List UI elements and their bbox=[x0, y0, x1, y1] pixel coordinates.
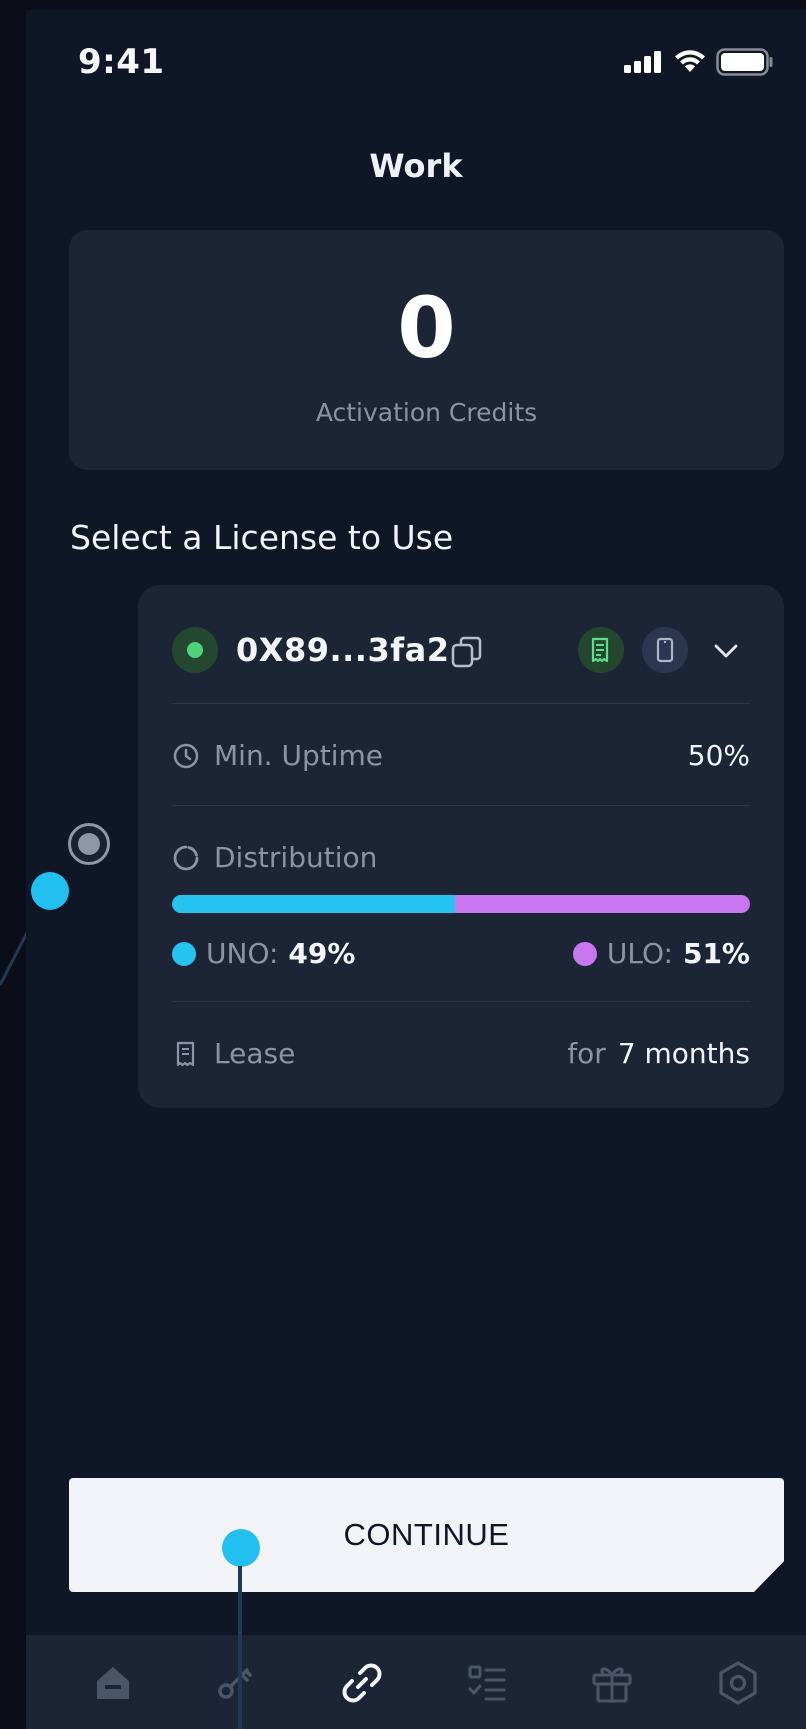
uno-value: 49% bbox=[288, 937, 356, 970]
nav-item-home[interactable] bbox=[83, 1653, 143, 1713]
distribution-bar bbox=[172, 895, 750, 913]
license-card-header: 0X89...3fa2 bbox=[138, 585, 784, 703]
continue-button[interactable]: CONTINUE bbox=[69, 1478, 784, 1592]
license-card[interactable]: 0X89...3fa2 Min. Uptime 50% Distribution… bbox=[138, 585, 784, 1108]
nav-item-settings[interactable] bbox=[708, 1653, 768, 1713]
uno-name: UNO: bbox=[206, 937, 279, 970]
lease-duration: 7 months bbox=[617, 1037, 750, 1070]
lease-label: Lease bbox=[172, 1037, 295, 1070]
copy-icon[interactable] bbox=[450, 635, 484, 669]
receipt-icon bbox=[176, 1041, 195, 1066]
lease-prefix: for bbox=[567, 1037, 606, 1070]
distribution-bar-uno bbox=[172, 895, 455, 913]
nav-item-keys[interactable] bbox=[206, 1653, 266, 1713]
license-address: 0X89...3fa2 bbox=[236, 631, 450, 669]
credits-value: 0 bbox=[397, 279, 456, 377]
chevron-down-icon[interactable] bbox=[704, 629, 748, 673]
credits-label: Activation Credits bbox=[315, 398, 538, 427]
nav-item-link[interactable] bbox=[332, 1653, 392, 1713]
settings-icon bbox=[719, 1661, 757, 1705]
device-badge[interactable] bbox=[642, 627, 688, 673]
uno-dot-icon bbox=[172, 941, 196, 966]
status-icons bbox=[624, 48, 774, 76]
distribution-text: Distribution bbox=[214, 841, 378, 874]
min-uptime-value: 50% bbox=[687, 739, 750, 772]
wifi-icon bbox=[675, 50, 705, 72]
nav-item-rewards[interactable] bbox=[582, 1653, 642, 1713]
ulo-dot-icon bbox=[572, 941, 597, 966]
legend-ulo: ULO: 51% bbox=[572, 937, 750, 970]
annotation-marker bbox=[222, 1529, 260, 1567]
license-radio-button[interactable] bbox=[68, 823, 110, 865]
cellular-signal-icon bbox=[624, 51, 661, 73]
lease-badge[interactable] bbox=[578, 627, 624, 673]
online-status-icon bbox=[172, 627, 218, 673]
gift-icon bbox=[592, 1667, 632, 1703]
link-icon bbox=[342, 1663, 382, 1703]
distribution-bar-ulo bbox=[455, 895, 750, 913]
page-title: Work bbox=[369, 147, 463, 185]
battery-icon bbox=[716, 48, 773, 76]
activation-credits-card: 0 Activation Credits bbox=[69, 230, 784, 470]
device-icon bbox=[656, 637, 674, 663]
pie-chart-icon bbox=[173, 845, 199, 870]
divider bbox=[172, 1001, 750, 1002]
clock-icon bbox=[173, 743, 199, 768]
bottom-nav bbox=[26, 1635, 806, 1729]
receipt-icon bbox=[591, 637, 609, 663]
distribution-label: Distribution bbox=[172, 841, 377, 874]
annotation-line bbox=[238, 1566, 242, 1729]
status-time: 9:41 bbox=[78, 42, 165, 82]
divider bbox=[172, 703, 750, 704]
key-icon bbox=[218, 1668, 252, 1699]
ulo-name: ULO: bbox=[606, 937, 673, 970]
lease-value: for 7 months bbox=[567, 1037, 750, 1070]
annotation-marker bbox=[31, 872, 69, 910]
min-uptime-text: Min. Uptime bbox=[214, 739, 384, 772]
radio-selected-indicator bbox=[78, 833, 100, 855]
nav-item-tasks[interactable] bbox=[457, 1653, 517, 1713]
lease-text: Lease bbox=[214, 1037, 296, 1070]
home-icon bbox=[97, 1667, 129, 1699]
section-title: Select a License to Use bbox=[70, 518, 454, 557]
min-uptime-label: Min. Uptime bbox=[172, 739, 383, 772]
legend-uno: UNO: 49% bbox=[172, 937, 355, 970]
status-bar: 9:41 bbox=[26, 10, 806, 120]
ulo-value: 51% bbox=[682, 937, 750, 970]
phone-screen: 9:41 Work 0 Activation Credits Select a … bbox=[26, 10, 806, 1729]
tasks-icon bbox=[468, 1665, 506, 1701]
divider bbox=[172, 805, 750, 806]
